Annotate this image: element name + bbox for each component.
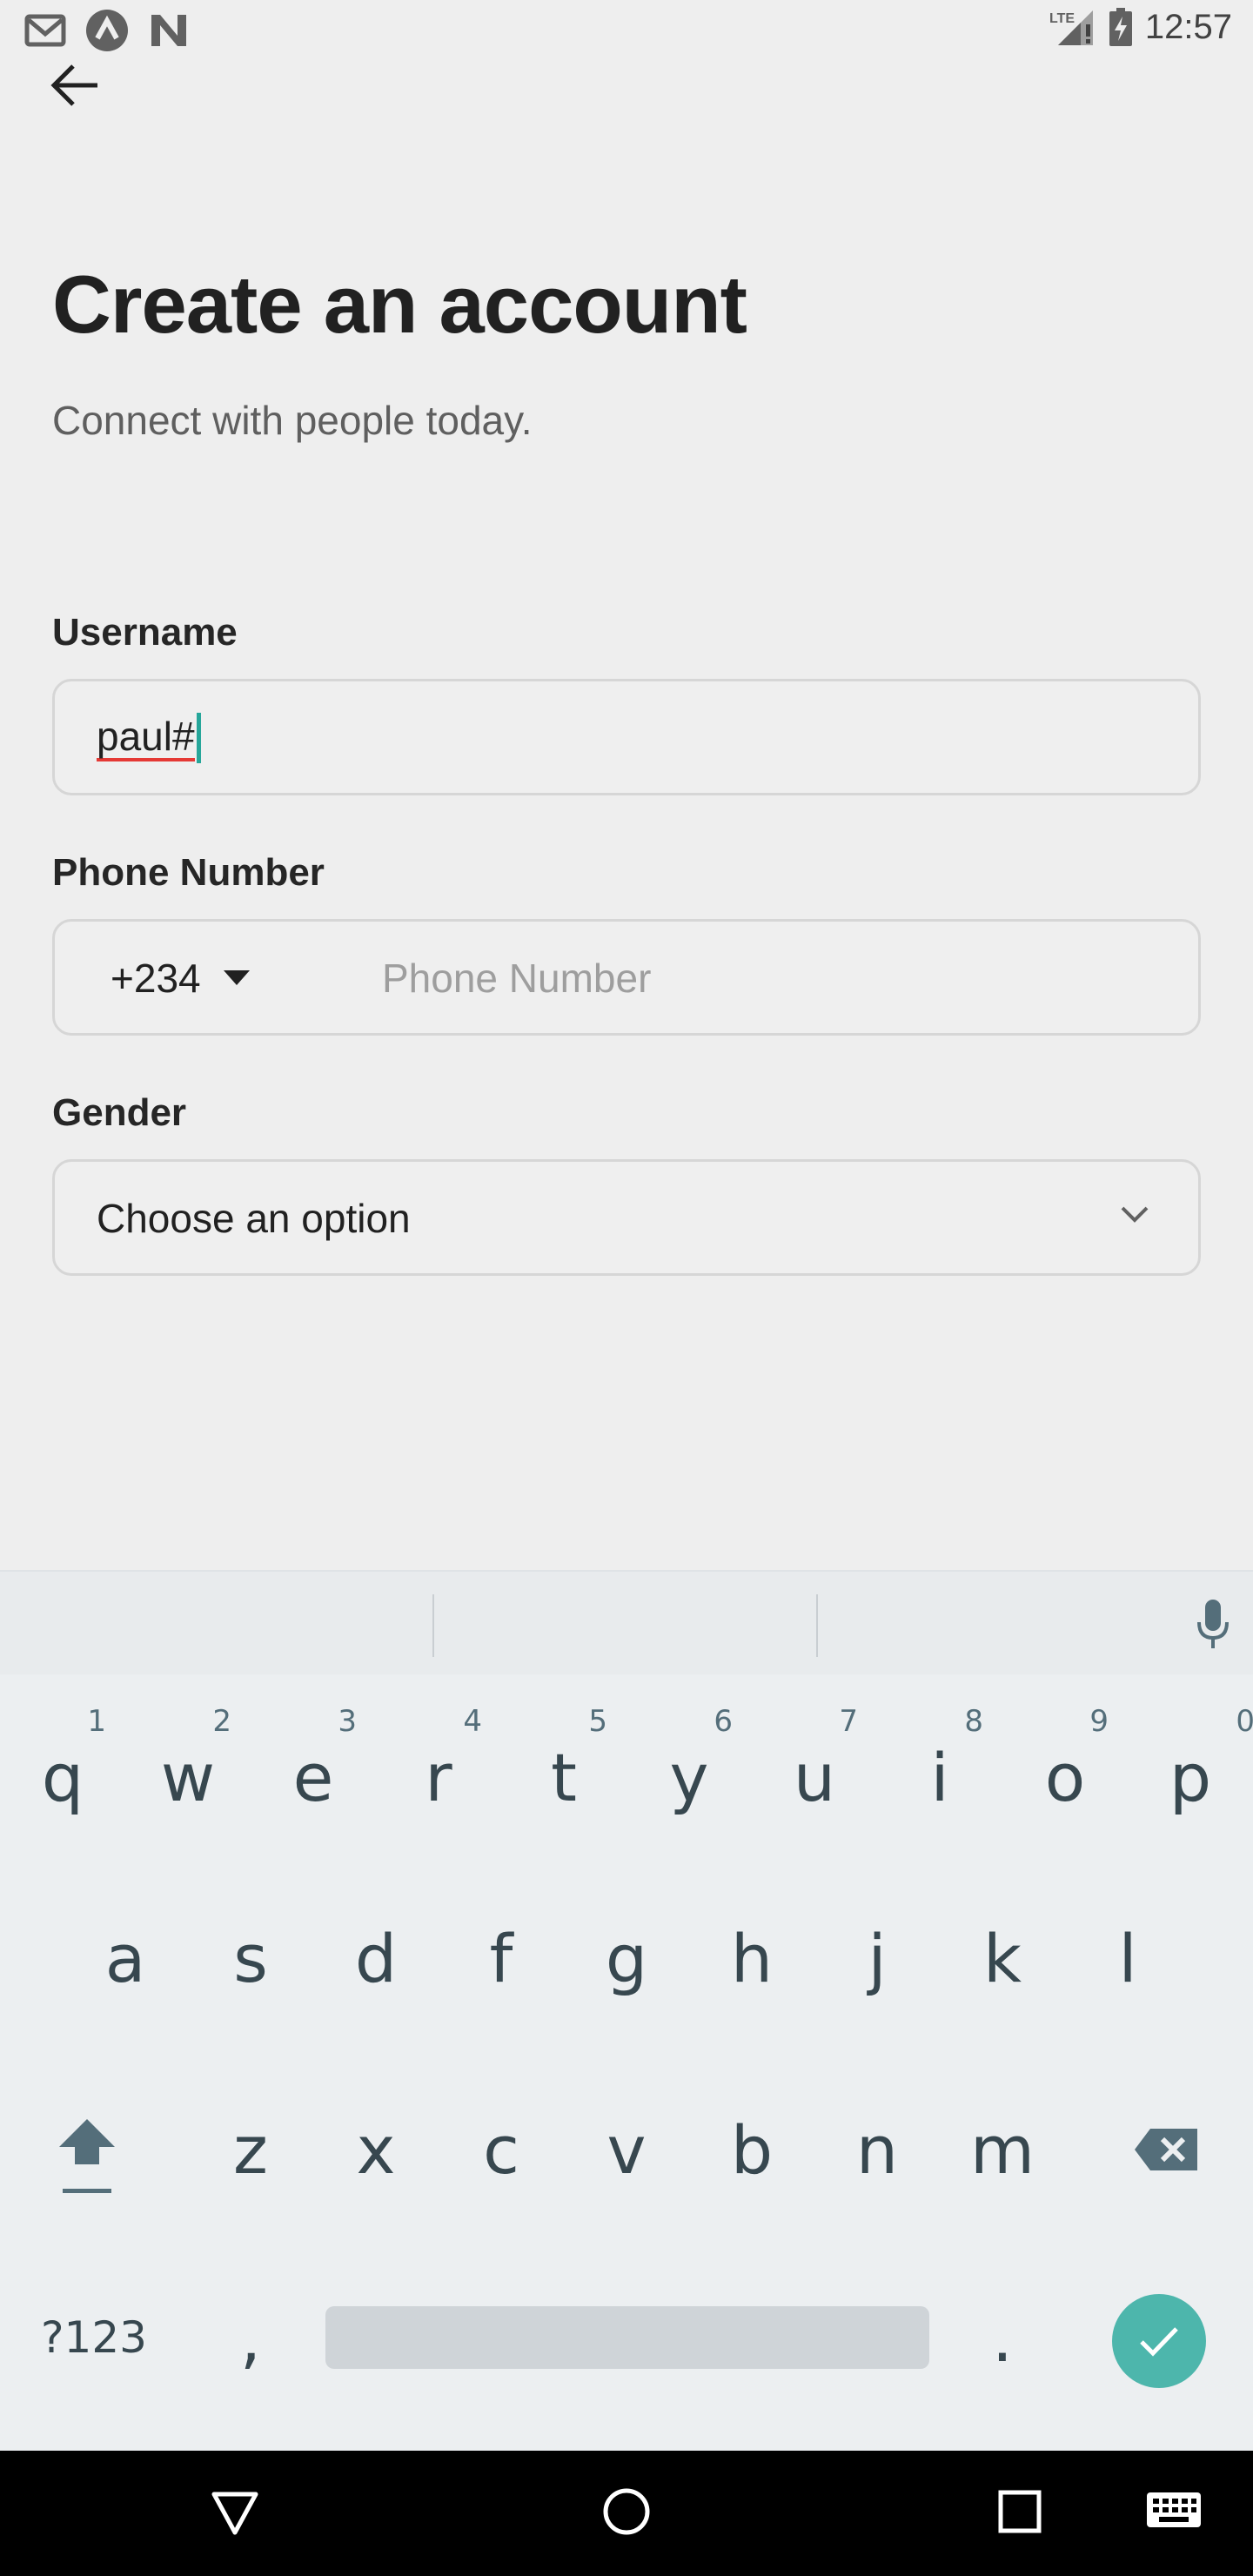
gender-select[interactable]: Choose an option — [52, 1159, 1201, 1276]
key-v[interactable]: v — [564, 2063, 689, 2237]
key-hint: 5 — [588, 1704, 607, 1739]
key-hint: 1 — [87, 1704, 106, 1739]
enter-key[interactable] — [1112, 2294, 1206, 2388]
key-q[interactable]: q1 — [0, 1681, 125, 1855]
key-label: q — [41, 1738, 84, 1816]
shift-icon — [59, 2119, 115, 2193]
key-hint: 7 — [839, 1704, 858, 1739]
key-label: w — [160, 1738, 216, 1816]
soft-keyboard: q1 w2 e3 r4 t5 y6 u7 i8 o9 p0 a s d f g … — [0, 1570, 1253, 2451]
phone-label: Phone Number — [52, 851, 325, 894]
key-hint: 8 — [964, 1704, 983, 1739]
key-x[interactable]: x — [313, 2063, 439, 2237]
signal-icon: LTE — [1049, 10, 1093, 45]
gmail-icon — [24, 14, 66, 47]
username-label: Username — [52, 611, 238, 654]
text-cursor — [196, 713, 201, 763]
key-hint: 0 — [1236, 1704, 1253, 1739]
key-n[interactable]: n — [814, 2063, 940, 2237]
key-t[interactable]: t5 — [501, 1681, 626, 1855]
key-k[interactable]: k — [940, 1871, 1065, 2045]
key-hint: 2 — [212, 1704, 231, 1739]
country-code-value: +234 — [111, 956, 201, 1001]
back-button[interactable] — [49, 54, 118, 117]
gender-selected-value: Choose an option — [97, 1196, 411, 1241]
key-i[interactable]: i8 — [877, 1681, 1002, 1855]
home-circle-icon[interactable] — [600, 2485, 653, 2538]
key-d[interactable]: d — [313, 1871, 439, 2045]
app-n-icon — [151, 15, 186, 46]
country-code-selector[interactable]: +234 — [111, 955, 250, 1002]
key-p[interactable]: p0 — [1128, 1681, 1253, 1855]
key-label: t — [551, 1738, 577, 1816]
key-m[interactable]: m — [940, 2063, 1065, 2237]
key-label: u — [793, 1738, 836, 1816]
key-c[interactable]: c — [439, 2063, 564, 2237]
page-subtitle: Connect with people today. — [52, 398, 533, 443]
key-z[interactable]: z — [188, 2063, 313, 2237]
recents-square-icon[interactable] — [994, 2485, 1046, 2538]
page-title: Create an account — [52, 258, 747, 350]
key-hint: 6 — [714, 1704, 733, 1739]
key-hint: 3 — [338, 1704, 357, 1739]
chevron-down-icon — [1121, 1206, 1149, 1223]
key-u[interactable]: u7 — [752, 1681, 877, 1855]
checkmark-icon — [1140, 2327, 1178, 2357]
key-g[interactable]: g — [564, 1871, 689, 2045]
key-b[interactable]: b — [689, 2063, 814, 2237]
keyboard-switch-icon[interactable] — [1145, 2489, 1203, 2532]
shift-key[interactable] — [24, 2063, 150, 2237]
phone-field[interactable]: +234 Phone Number — [52, 919, 1201, 1036]
key-f[interactable]: f — [439, 1871, 564, 2045]
suggestion-divider — [816, 1594, 818, 1657]
phone-input[interactable]: Phone Number — [382, 955, 651, 1002]
symbols-key[interactable]: ?123 — [24, 2251, 164, 2425]
username-value: paul# — [97, 714, 195, 761]
key-y[interactable]: y6 — [626, 1681, 752, 1855]
backspace-icon — [1135, 2129, 1197, 2170]
space-key[interactable] — [325, 2306, 929, 2369]
key-e[interactable]: e3 — [251, 1681, 376, 1855]
key-s[interactable]: s — [188, 1871, 313, 2045]
comma-key[interactable]: , — [188, 2251, 313, 2425]
system-nav-bar — [0, 2451, 1253, 2576]
key-label: r — [425, 1738, 452, 1816]
key-hint: 4 — [463, 1704, 482, 1739]
suggestion-divider — [432, 1594, 434, 1657]
key-a[interactable]: a — [63, 1871, 188, 2045]
key-label: p — [1169, 1738, 1212, 1816]
key-w[interactable]: w2 — [125, 1681, 251, 1855]
key-j[interactable]: j — [814, 1871, 940, 2045]
key-label: y — [669, 1738, 709, 1816]
status-time: 12:57 — [1144, 7, 1232, 46]
arrow-left-icon — [50, 64, 97, 106]
battery-charging-icon — [1109, 8, 1132, 46]
key-h[interactable]: h — [689, 1871, 814, 2045]
backspace-key[interactable] — [1103, 2063, 1229, 2237]
caret-down-icon — [223, 970, 250, 985]
back-triangle-icon[interactable] — [209, 2485, 261, 2538]
key-o[interactable]: o9 — [1002, 1681, 1128, 1855]
key-hint: 9 — [1089, 1704, 1109, 1739]
gender-label: Gender — [52, 1091, 187, 1134]
key-label: e — [292, 1738, 334, 1816]
period-key[interactable]: . — [940, 2251, 1065, 2425]
key-r[interactable]: r4 — [376, 1681, 501, 1855]
status-bar: LTE 12:57 — [0, 0, 1253, 63]
suggestion-strip — [0, 1570, 1253, 1674]
key-label: i — [930, 1738, 949, 1816]
key-label: o — [1044, 1738, 1086, 1816]
username-field[interactable]: paul# — [52, 679, 1201, 795]
microphone-icon[interactable] — [1196, 1598, 1230, 1652]
username-value-wrap: paul# — [97, 713, 201, 763]
app-a-icon — [86, 10, 128, 51]
svg-text:LTE: LTE — [1049, 11, 1075, 26]
key-l[interactable]: l — [1065, 1871, 1190, 2045]
